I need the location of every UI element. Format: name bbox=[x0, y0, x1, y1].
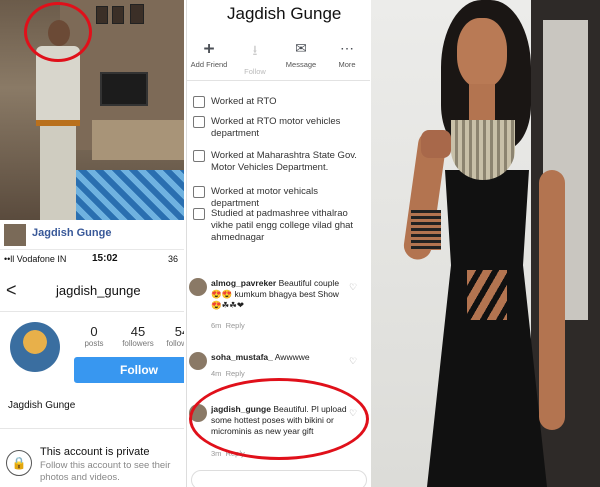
follow-button[interactable]: Follow bbox=[74, 357, 184, 383]
commenter-avatar[interactable] bbox=[189, 278, 207, 296]
briefcase-icon bbox=[193, 150, 205, 162]
carrier-label: ••ll Vodafone IN bbox=[4, 254, 67, 264]
work-item: Worked at RTO bbox=[193, 96, 369, 110]
status-bar: ••ll Vodafone IN 15:02 36 bbox=[0, 250, 184, 268]
left-photo-officer bbox=[0, 0, 184, 220]
stat-label: followers bbox=[122, 339, 154, 348]
heart-icon[interactable]: ♡ bbox=[349, 282, 357, 293]
avatar[interactable] bbox=[10, 322, 60, 372]
commenter-name[interactable]: soha_mustafa_ bbox=[211, 352, 273, 362]
work-text: Worked at Maharashtra State Gov. Motor V… bbox=[211, 150, 357, 173]
lock-icon: 🔒 bbox=[6, 450, 32, 476]
profile-name-strip[interactable]: Jagdish Gunge bbox=[0, 220, 184, 250]
graduation-cap-icon bbox=[193, 208, 205, 220]
fb-profile-name: Jagdish Gunge bbox=[227, 4, 342, 23]
stat-count: 0 bbox=[90, 324, 98, 339]
message-icon: ✉ bbox=[295, 40, 307, 56]
stat-count: 45 bbox=[130, 324, 146, 339]
clock: 15:02 bbox=[92, 253, 118, 264]
stat-following[interactable]: 54 following bbox=[162, 324, 184, 348]
commenter-name[interactable]: almog_pavreker bbox=[211, 278, 276, 288]
work-item: Worked at Maharashtra State Gov. Motor V… bbox=[193, 150, 369, 176]
comment-text: almog_pavreker Beautiful couple 😍😍 kumku… bbox=[211, 278, 351, 311]
briefcase-icon bbox=[193, 96, 205, 108]
message-button[interactable]: ✉ Message bbox=[279, 40, 323, 69]
comment-text: soha_mustafa_ Awwwwe bbox=[211, 352, 351, 363]
follow-icon: ⭳ bbox=[252, 42, 258, 58]
private-title: This account is private bbox=[40, 446, 150, 458]
work-text: Worked at RTO motor vehicles department bbox=[211, 116, 341, 139]
private-subtitle: Follow this account to see their photos … bbox=[40, 460, 171, 483]
red-highlight-ellipse bbox=[189, 378, 369, 460]
stat-count: 54 bbox=[174, 324, 184, 339]
instagram-profile: ••ll Vodafone IN 15:02 36 < jagdish_gung… bbox=[0, 250, 184, 487]
back-arrow-icon[interactable]: < bbox=[6, 280, 17, 301]
bangles bbox=[411, 210, 441, 250]
education-text: Studied at padmashree vithalrao vikhe pa… bbox=[211, 208, 354, 243]
neck bbox=[469, 84, 495, 124]
work-item: Worked at motor vehicals department bbox=[193, 186, 369, 209]
stat-posts[interactable]: 0 posts bbox=[74, 324, 114, 348]
divider bbox=[187, 80, 370, 81]
black-dress bbox=[427, 170, 547, 487]
profile-thumbnail bbox=[4, 224, 26, 246]
comment-time: 6m bbox=[211, 321, 222, 330]
tv-screen bbox=[100, 72, 148, 106]
divider bbox=[0, 428, 184, 429]
work-item: Worked at RTO motor vehicles department bbox=[193, 116, 369, 142]
comment-time: 3m bbox=[211, 449, 222, 458]
face bbox=[457, 18, 507, 88]
action-label: Message bbox=[285, 60, 317, 69]
stat-followers[interactable]: 45 followers bbox=[118, 324, 158, 348]
briefcase-icon bbox=[193, 186, 205, 198]
comment-row: almog_pavreker Beautiful couple 😍😍 kumku… bbox=[189, 278, 367, 330]
reply-link[interactable]: Reply bbox=[226, 321, 245, 330]
right-arm bbox=[539, 170, 565, 430]
stat-label: posts bbox=[84, 339, 104, 348]
reply-link[interactable]: Reply bbox=[226, 369, 245, 378]
display-name: Jagdish Gunge bbox=[8, 400, 76, 411]
work-text: Worked at motor vehicals department bbox=[211, 186, 319, 209]
battery-level: 36 bbox=[168, 254, 179, 264]
comment-meta: 6m Reply bbox=[211, 320, 245, 331]
username-title: jagdish_gunge bbox=[56, 283, 141, 298]
red-highlight-circle bbox=[24, 2, 92, 62]
action-label: More bbox=[338, 60, 356, 69]
heart-icon[interactable]: ♡ bbox=[349, 356, 357, 367]
stat-label: following bbox=[166, 339, 184, 348]
add-friend-button[interactable]: ➕︎ Add Friend bbox=[187, 40, 231, 69]
work-text: Worked at RTO bbox=[211, 96, 277, 107]
action-label: Follow bbox=[244, 67, 266, 76]
commenter-avatar[interactable] bbox=[189, 352, 207, 370]
profile-name-link[interactable]: Jagdish Gunge bbox=[32, 227, 111, 239]
add-friend-icon: ➕︎ bbox=[203, 40, 215, 56]
comment-meta: 4m Reply bbox=[211, 368, 245, 379]
follow-action-button[interactable]: ⭳ Follow bbox=[233, 40, 277, 76]
raised-fist bbox=[421, 130, 451, 158]
right-photo-actress bbox=[371, 0, 600, 487]
tv-cabinet bbox=[92, 120, 184, 160]
dress-cutout bbox=[467, 270, 507, 320]
more-icon: ⋯ bbox=[340, 40, 354, 56]
statement-necklace bbox=[451, 120, 515, 180]
add-comment-field[interactable] bbox=[191, 470, 367, 487]
comment-body: Awwwwe bbox=[272, 352, 310, 362]
action-label: Add Friend bbox=[190, 60, 228, 69]
profile-header: < jagdish_gunge bbox=[0, 272, 184, 312]
facebook-profile: Jagdish Gunge ➕︎ Add Friend ⭳ Follow ✉ M… bbox=[186, 0, 370, 487]
more-button[interactable]: ⋯ More bbox=[325, 40, 369, 69]
comment-time: 4m bbox=[211, 369, 222, 378]
briefcase-icon bbox=[193, 116, 205, 128]
education-item: Studied at padmashree vithalrao vikhe pa… bbox=[193, 208, 369, 246]
